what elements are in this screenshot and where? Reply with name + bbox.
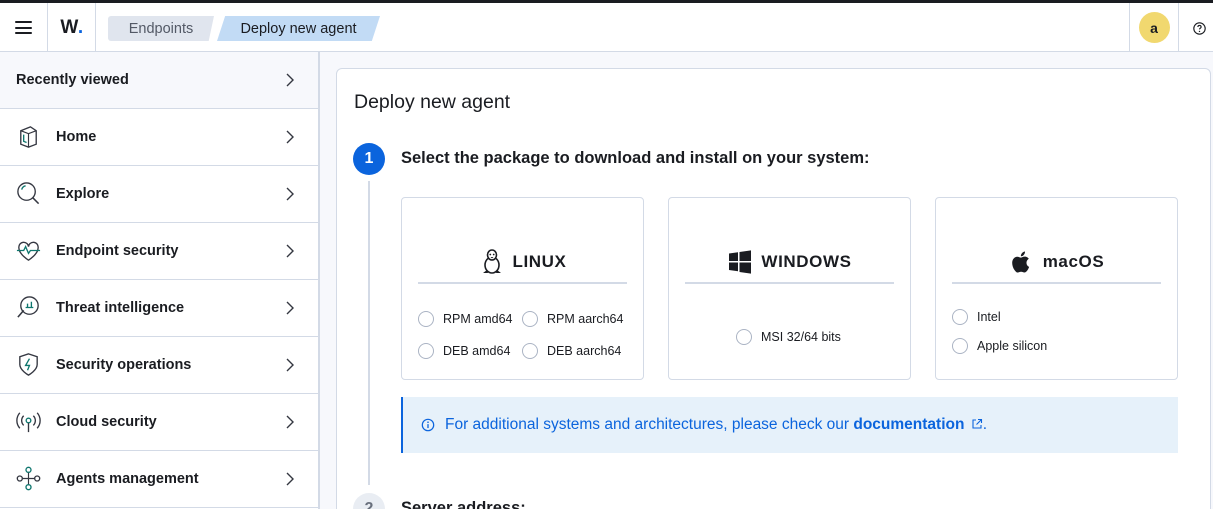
chevron-right-icon <box>286 187 294 201</box>
radio-rpm-amd64[interactable]: RPM amd64 <box>418 311 512 327</box>
os-name: macOS <box>1042 252 1105 271</box>
callout-text: For additional systems and architectures… <box>445 416 987 434</box>
user-menu: a <box>1129 3 1179 52</box>
chevron-right-icon <box>286 130 294 144</box>
radio-label: DEB amd64 <box>443 344 511 358</box>
radio-circle <box>736 329 752 345</box>
os-card-header: LINUX <box>418 242 627 284</box>
radio-deb-amd64[interactable]: DEB amd64 <box>418 343 510 359</box>
help-button[interactable] <box>1190 19 1208 37</box>
chevron-right-icon <box>286 415 294 429</box>
radio-msi-32-64-bits[interactable]: MSI 32/64 bits <box>736 329 841 345</box>
radio-circle <box>952 338 968 354</box>
radio-apple-silicon[interactable]: Apple silicon <box>952 338 1047 354</box>
sidebar-item-label: Security operations <box>56 357 192 373</box>
heartbeat-icon <box>16 241 41 261</box>
radio-label: MSI 32/64 bits <box>761 330 841 344</box>
radio-label: Apple silicon <box>977 339 1048 353</box>
os-card-header: macOS <box>952 242 1161 284</box>
chevron-right-icon <box>286 472 294 486</box>
sidebar-item-home[interactable]: Home <box>0 109 318 166</box>
documentation-link[interactable]: documentation <box>853 416 982 433</box>
external-link-icon <box>972 418 982 429</box>
os-card-linux: LINUX RPM amd64 RPM aarch64 DEB amd64 DE… <box>401 197 644 380</box>
sidebar-item-explore[interactable]: Explore <box>0 166 318 223</box>
chevron-right-icon <box>286 358 294 372</box>
windows-icon <box>727 249 753 275</box>
deploy-agent-panel: Deploy new agent 1 Select the package to… <box>336 68 1211 509</box>
os-card-macos: macOS Intel Apple silicon <box>935 197 1178 380</box>
info-callout: For additional systems and architectures… <box>401 397 1178 453</box>
radio-circle <box>522 311 538 327</box>
avatar[interactable]: a <box>1138 12 1170 43</box>
sidebar-item-recently-viewed[interactable]: Recently viewed <box>0 52 318 109</box>
radio-circle <box>418 343 434 359</box>
threat-intelligence-icon <box>17 296 39 318</box>
search-icon <box>17 182 40 205</box>
linux-icon <box>479 249 505 275</box>
step-2-number: 2 <box>353 493 385 509</box>
os-card-header: WINDOWS <box>685 242 894 284</box>
radio-label: DEB aarch64 <box>547 344 622 358</box>
step-1-number: 1 <box>353 143 385 175</box>
radio-circle <box>522 343 538 359</box>
top-bar: W. Endpoints Deploy new agent a <box>0 0 1213 52</box>
radio-circle <box>418 311 434 327</box>
help-icon <box>1192 21 1206 35</box>
callout-message: For additional systems and architectures… <box>445 416 850 433</box>
menu-button[interactable] <box>0 3 48 52</box>
sidebar-item-agents-management[interactable]: Agents management <box>0 451 318 508</box>
step-connector-line <box>368 181 370 485</box>
step-1-title: Select the package to download and insta… <box>401 149 870 167</box>
sidebar-item-security-operations[interactable]: Security operations <box>0 337 318 394</box>
network-icon <box>16 466 41 491</box>
breadcrumb-endpoints[interactable]: Endpoints <box>108 16 214 41</box>
chevron-right-icon <box>286 244 294 258</box>
sidebar-item-label: Cloud security <box>56 414 157 430</box>
callout-suffix: . <box>982 416 988 433</box>
chevron-right-icon <box>286 73 294 87</box>
sidebar-item-label: Recently viewed <box>16 72 129 88</box>
chevron-right-icon <box>286 301 294 315</box>
info-icon <box>421 418 435 432</box>
hamburger-icon <box>15 21 32 34</box>
radio-rpm-aarch64[interactable]: RPM aarch64 <box>522 311 623 327</box>
logo[interactable]: W. <box>48 3 96 52</box>
apple-icon <box>1009 249 1035 275</box>
sidebar-item-label: Explore <box>56 186 110 202</box>
radio-deb-aarch64[interactable]: DEB aarch64 <box>522 343 621 359</box>
os-name: LINUX <box>512 252 567 271</box>
page-title: Deploy new agent <box>354 91 511 113</box>
radio-label: Intel <box>977 310 1001 324</box>
broadcast-icon <box>16 412 41 433</box>
sidebar-item-endpoint-security[interactable]: Endpoint security <box>0 223 318 280</box>
radio-label: RPM aarch64 <box>547 312 624 326</box>
sidebar-item-label: Home <box>56 129 97 145</box>
shield-icon <box>19 353 38 376</box>
breadcrumb-deploy-new-agent: Deploy new agent <box>217 16 380 41</box>
logo-text: W <box>60 16 78 38</box>
radio-intel[interactable]: Intel <box>952 309 1001 325</box>
sidebar-item-label: Endpoint security <box>56 243 179 259</box>
os-name: WINDOWS <box>761 252 852 271</box>
sidebar: Recently viewed Home Explore Endpoint se… <box>0 52 320 509</box>
radio-circle <box>952 309 968 325</box>
os-card-windows: WINDOWS MSI 32/64 bits <box>668 197 911 380</box>
documentation-link-label: documentation <box>853 416 965 433</box>
home-icon <box>20 126 37 148</box>
sidebar-item-cloud-security[interactable]: Cloud security <box>0 394 318 451</box>
sidebar-item-label: Agents management <box>56 471 199 487</box>
sidebar-item-threat-intelligence[interactable]: Threat intelligence <box>0 280 318 337</box>
radio-label: RPM amd64 <box>443 312 513 326</box>
logo-dot: . <box>77 16 83 38</box>
sidebar-item-label: Threat intelligence <box>56 300 185 316</box>
step-2-title: Server address: <box>401 499 526 509</box>
